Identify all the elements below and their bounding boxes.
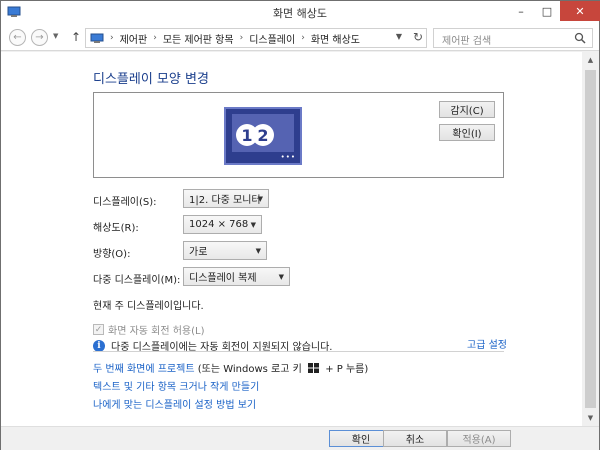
back-icon: ←	[13, 32, 22, 43]
display-select[interactable]: 1|2. 다중 모니터 ▼	[183, 189, 269, 208]
monitor-1-2[interactable]: 1 2 •••	[224, 107, 302, 165]
close-button[interactable]: ✕	[560, 1, 600, 21]
project-hint-prefix: (또는 Windows 로고 키	[197, 364, 302, 375]
up-arrow-icon[interactable]: ↑	[71, 30, 81, 44]
breadcrumb-all-items[interactable]: 모든 제어판 항목	[163, 31, 234, 46]
resolution-label: 해상도(R):	[93, 223, 139, 234]
project-hint-suffix: + P 누름)	[325, 364, 369, 375]
display-settings-help-link[interactable]: 나에게 맞는 디스플레이 설정 방법 보기	[93, 396, 256, 411]
breadcrumb-separator: ›	[239, 33, 244, 43]
identify-button[interactable]: 확인(I)	[439, 124, 495, 141]
forward-icon: →	[35, 32, 44, 43]
monitor-number-2: 2	[252, 124, 274, 146]
advanced-settings-link[interactable]: 고급 설정	[467, 336, 507, 351]
maximize-button[interactable]: □	[534, 1, 560, 21]
divider	[93, 351, 504, 352]
title-bar: 화면 해상도 – □ ✕	[1, 1, 600, 25]
search-icon	[574, 32, 586, 44]
address-bar-row: ← → ▼ ↑ › 제어판 › 모든 제어판 항목 › 디스플레이 › 화면 해…	[1, 25, 599, 51]
primary-display-text: 현재 주 디스플레이입니다.	[93, 301, 204, 312]
scroll-down-icon[interactable]: ▼	[582, 410, 599, 426]
breadcrumb-control-panel[interactable]: 제어판	[120, 31, 148, 46]
monitor-screen: 1 2	[232, 114, 294, 152]
minimize-button[interactable]: –	[508, 1, 534, 21]
chevron-down-icon: ▼	[255, 247, 261, 255]
monitor-dots-icon: •••	[280, 153, 296, 161]
project-row: 두 번째 화면에 프로젝트 (또는 Windows 로고 키 + P 누름)	[93, 360, 368, 375]
chevron-down-icon: ▼	[257, 195, 263, 203]
breadcrumb-separator: ›	[110, 33, 114, 43]
refresh-icon[interactable]: ↻	[413, 30, 423, 44]
back-button[interactable]: ←	[9, 29, 26, 46]
address-field[interactable]: › 제어판 › 모든 제어판 항목 › 디스플레이 › 화면 해상도 ▼ ↻	[85, 28, 427, 48]
orientation-label: 방향(O):	[93, 249, 131, 260]
orientation-select-value: 가로	[189, 247, 208, 258]
footer-button-bar: 확인 취소 적용(A)	[1, 426, 599, 450]
resolution-select[interactable]: 1024 × 768 ▼	[183, 215, 262, 234]
resolution-select-value: 1024 × 768	[189, 219, 249, 230]
recent-locations-dropdown[interactable]: ▼	[53, 32, 58, 40]
breadcrumb-display[interactable]: 디스플레이	[249, 31, 295, 46]
multi-display-select-value: 디스플레이 복제	[189, 273, 257, 284]
auto-rotate-label: 화면 자동 회전 허용(L)	[108, 326, 205, 337]
windows-logo-icon	[308, 363, 319, 373]
chevron-down-icon: ▼	[250, 221, 256, 229]
forward-button[interactable]: →	[31, 29, 48, 46]
apply-button[interactable]: 적용(A)	[447, 430, 511, 447]
orientation-select[interactable]: 가로 ▼	[183, 241, 267, 260]
checkmark-icon: ✓	[94, 324, 103, 335]
breadcrumb-screen-resolution[interactable]: 화면 해상도	[311, 31, 360, 46]
control-panel-icon	[90, 33, 104, 43]
info-icon: i	[93, 339, 105, 352]
page-title: 디스플레이 모양 변경	[93, 72, 209, 87]
breadcrumb-separator: ›	[301, 33, 305, 43]
breadcrumb-separator: ›	[153, 33, 157, 43]
multi-display-label: 다중 디스플레이(M):	[93, 275, 181, 286]
main-content: 디스플레이 모양 변경 1 2 ••• 감지(C) 확인(I) 디스플레이(S)…	[1, 52, 582, 426]
chevron-down-icon: ▼	[278, 273, 284, 281]
auto-rotate-row: ✓ 화면 자동 회전 허용(L)	[93, 322, 205, 337]
display-select-value: 1|2. 다중 모니터	[189, 195, 261, 206]
scroll-up-icon[interactable]: ▲	[582, 52, 599, 68]
screen-resolution-window: 화면 해상도 – □ ✕ ← → ▼ ↑ › 제어판 › 모든 제어판 항목 ›…	[0, 0, 600, 450]
chevron-down-icon[interactable]: ▼	[396, 32, 402, 41]
project-second-screen-link[interactable]: 두 번째 화면에 프로젝트	[93, 364, 195, 375]
cancel-button[interactable]: 취소	[383, 430, 447, 447]
display-label: 디스플레이(S):	[93, 197, 157, 208]
search-placeholder: 제어판 검색	[442, 36, 492, 47]
search-input[interactable]: 제어판 검색	[433, 28, 593, 48]
multi-display-select[interactable]: 디스플레이 복제 ▼	[183, 267, 290, 286]
text-size-link[interactable]: 텍스트 및 기타 항목 크거나 작게 만들기	[93, 378, 259, 393]
vertical-scrollbar[interactable]: ▲ ▼	[582, 52, 599, 426]
auto-rotate-checkbox[interactable]: ✓	[93, 324, 104, 335]
display-preview-area: 1 2 ••• 감지(C) 확인(I)	[93, 92, 504, 178]
detect-button[interactable]: 감지(C)	[439, 101, 495, 118]
scrollbar-thumb[interactable]	[585, 70, 596, 408]
